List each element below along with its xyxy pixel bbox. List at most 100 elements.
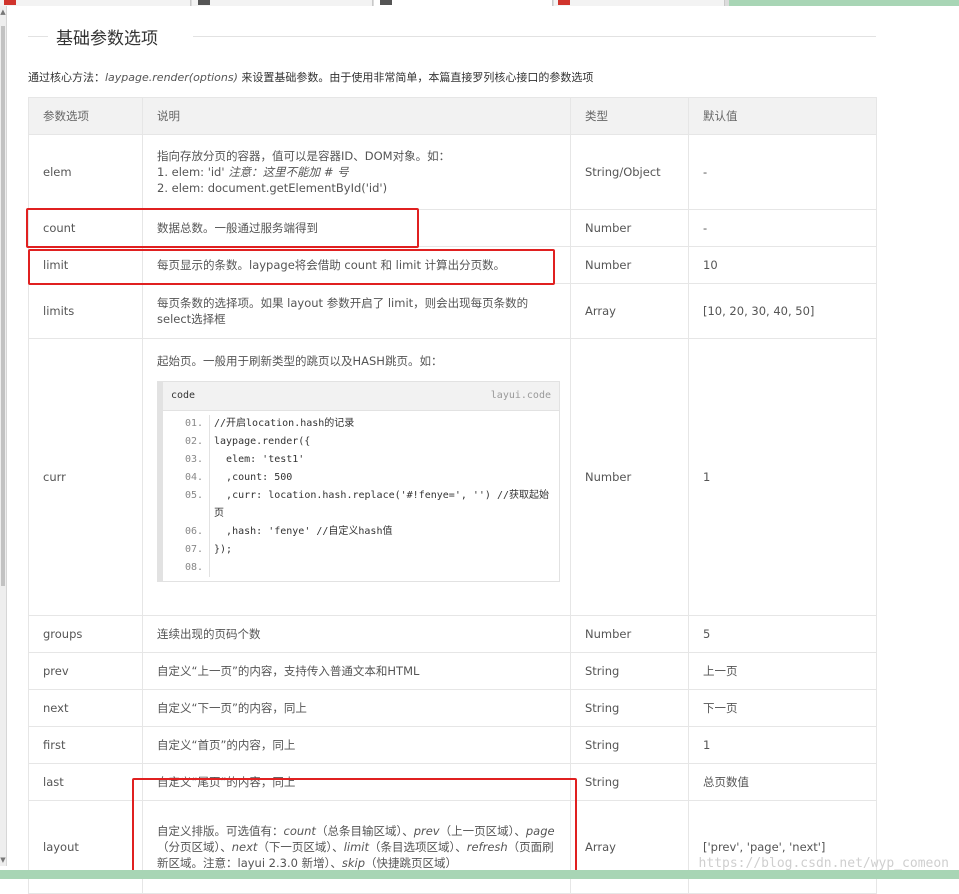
scroll-up-icon[interactable]: ▲ [0, 8, 6, 16]
section-header: 基础参数选项 [28, 20, 876, 50]
param-type: Array [570, 283, 689, 339]
code-body: 01. //开启location.hash的记录 02. laypage.rende… [163, 411, 559, 581]
code-text: ,count: 500 [214, 472, 293, 483]
param-default: 总页数值 [688, 763, 877, 801]
intro-text: 通过核心方法：laypage.render(options) 来设置基础参数。由… [28, 69, 593, 85]
code-text: }); [214, 544, 233, 555]
tab-favicon-icon [380, 0, 392, 5]
param-desc: 自定义“首页”的内容，同上 [142, 726, 571, 764]
tab-favicon-icon [198, 0, 210, 5]
param-name: limits [28, 283, 143, 339]
code-text: ,hash: 'fenye' //自定义hash值 [214, 526, 393, 537]
highlight-box-count [26, 208, 419, 248]
highlight-box-limit [28, 249, 555, 285]
code-line: 05. ,curr: location.hash.replace('#!feny… [163, 487, 559, 523]
code-line: 02. laypage.render({ [163, 433, 559, 451]
param-default: 下一页 [688, 689, 877, 727]
line-number: 08. [163, 559, 210, 577]
param-name: curr [28, 338, 143, 616]
elem-desc-line3: 2. elem: document.getElementById('id') [157, 181, 388, 195]
code-text: //开启location.hash的记录 [214, 418, 355, 429]
divider [193, 36, 876, 37]
line-number: 03. [163, 451, 210, 469]
param-name: prev [28, 652, 143, 690]
line-number: 01. [163, 415, 210, 433]
param-type: Number [570, 338, 689, 616]
vertical-scrollbar[interactable]: ▲ ▼ [0, 6, 7, 866]
param-type: Number [570, 209, 689, 247]
param-desc: 每页条数的选择项。如果 layout 参数开启了 limit，则会出现每页条数的… [142, 283, 571, 339]
intro-method: laypage.render(options) [105, 71, 238, 84]
param-type: String [570, 763, 689, 801]
param-type: Number [570, 615, 689, 653]
tab-strip-accent [729, 0, 959, 6]
code-text: ,curr: location.hash.replace('#!fenye=',… [214, 490, 550, 519]
header-param: 参数选项 [28, 97, 143, 135]
code-line: 08. [163, 559, 559, 577]
param-desc: 自定义“上一页”的内容，支持传入普通文本和HTML [142, 652, 571, 690]
bottom-accent-bar [0, 870, 959, 879]
header-type: 类型 [570, 97, 689, 135]
param-type: String [570, 689, 689, 727]
intro-prefix: 通过核心方法： [28, 71, 105, 84]
code-text: laypage.render({ [214, 436, 311, 447]
elem-desc-line1: 指向存放分页的容器，值可以是容器ID、DOM对象。如： [157, 149, 451, 163]
param-name: layout [28, 800, 143, 894]
param-desc: 指向存放分页的容器，值可以是容器ID、DOM对象。如： 1. elem: 'id… [142, 134, 571, 210]
param-type: String [570, 726, 689, 764]
param-desc: 起始页。一般用于刷新类型的跳页以及HASH跳页。如： code layui.co… [142, 338, 571, 616]
intro-suffix: 来设置基础参数。由于使用非常简单，本篇直接罗列核心接口的参数选项 [237, 71, 594, 84]
table-header-row: 参数选项 说明 类型 默认值 [28, 97, 877, 135]
code-header: code layui.code [163, 382, 559, 411]
param-default: 10 [688, 246, 877, 284]
param-type: String [570, 652, 689, 690]
param-type: Number [570, 246, 689, 284]
line-number: 07. [163, 541, 210, 559]
code-text: elem: 'test1' [214, 454, 305, 465]
divider [28, 36, 48, 37]
param-default: 1 [688, 726, 877, 764]
param-default: ['prev', 'page', 'next'] [688, 800, 877, 894]
param-name: last [28, 763, 143, 801]
code-brand: layui.code [490, 390, 551, 401]
table-row: curr 起始页。一般用于刷新类型的跳页以及HASH跳页。如： code lay… [28, 338, 877, 616]
code-line: 06. ,hash: 'fenye' //自定义hash值 [163, 523, 559, 541]
browser-tab[interactable] [554, 0, 725, 6]
param-desc: 自定义“下一页”的内容，同上 [142, 689, 571, 727]
watermark: https://blog.csdn.net/wyp_comeon [698, 856, 949, 871]
table-row: next 自定义“下一页”的内容，同上 String 下一页 [28, 689, 877, 727]
param-name: groups [28, 615, 143, 653]
elem-desc-note: 注意：这里不能加 # 号 [228, 165, 349, 179]
browser-tab[interactable] [192, 0, 373, 6]
section-title: 基础参数选项 [56, 29, 158, 49]
code-line: 01. //开启location.hash的记录 [163, 415, 559, 433]
elem-desc-line2-prefix: 1. elem: 'id' [157, 165, 229, 179]
tab-favicon-icon [4, 0, 16, 5]
code-title: code [171, 390, 196, 401]
line-number: 06. [163, 523, 210, 541]
header-default: 默认值 [688, 97, 877, 135]
curr-desc-text: 起始页。一般用于刷新类型的跳页以及HASH跳页。如： [157, 354, 443, 368]
scrollbar-thumb[interactable] [1, 26, 5, 586]
param-default: 5 [688, 615, 877, 653]
param-type: Array [570, 800, 689, 894]
param-type: String/Object [570, 134, 689, 210]
table-row: limits 每页条数的选择项。如果 layout 参数开启了 limit，则会… [28, 283, 877, 339]
code-line: 04. ,count: 500 [163, 469, 559, 487]
param-default: - [688, 209, 877, 247]
browser-tab-strip [0, 0, 959, 6]
line-number: 04. [163, 469, 210, 487]
table-row: groups 连续出现的页码个数 Number 5 [28, 615, 877, 653]
param-default: - [688, 134, 877, 210]
table-row: first 自定义“首页”的内容，同上 String 1 [28, 726, 877, 764]
param-name: elem [28, 134, 143, 210]
elem-desc-line2: 1. elem: 'id' 注意：这里不能加 # 号 [157, 164, 556, 180]
param-default: [10, 20, 30, 40, 50] [688, 283, 877, 339]
table-row: elem 指向存放分页的容器，值可以是容器ID、DOM对象。如： 1. elem… [28, 134, 877, 210]
browser-tab[interactable] [0, 0, 191, 6]
browser-tab[interactable] [374, 0, 553, 6]
table-row: prev 自定义“上一页”的内容，支持传入普通文本和HTML String 上一… [28, 652, 877, 690]
line-number: 05. [163, 487, 210, 523]
scroll-down-icon[interactable]: ▼ [0, 856, 6, 864]
line-number: 02. [163, 433, 210, 451]
